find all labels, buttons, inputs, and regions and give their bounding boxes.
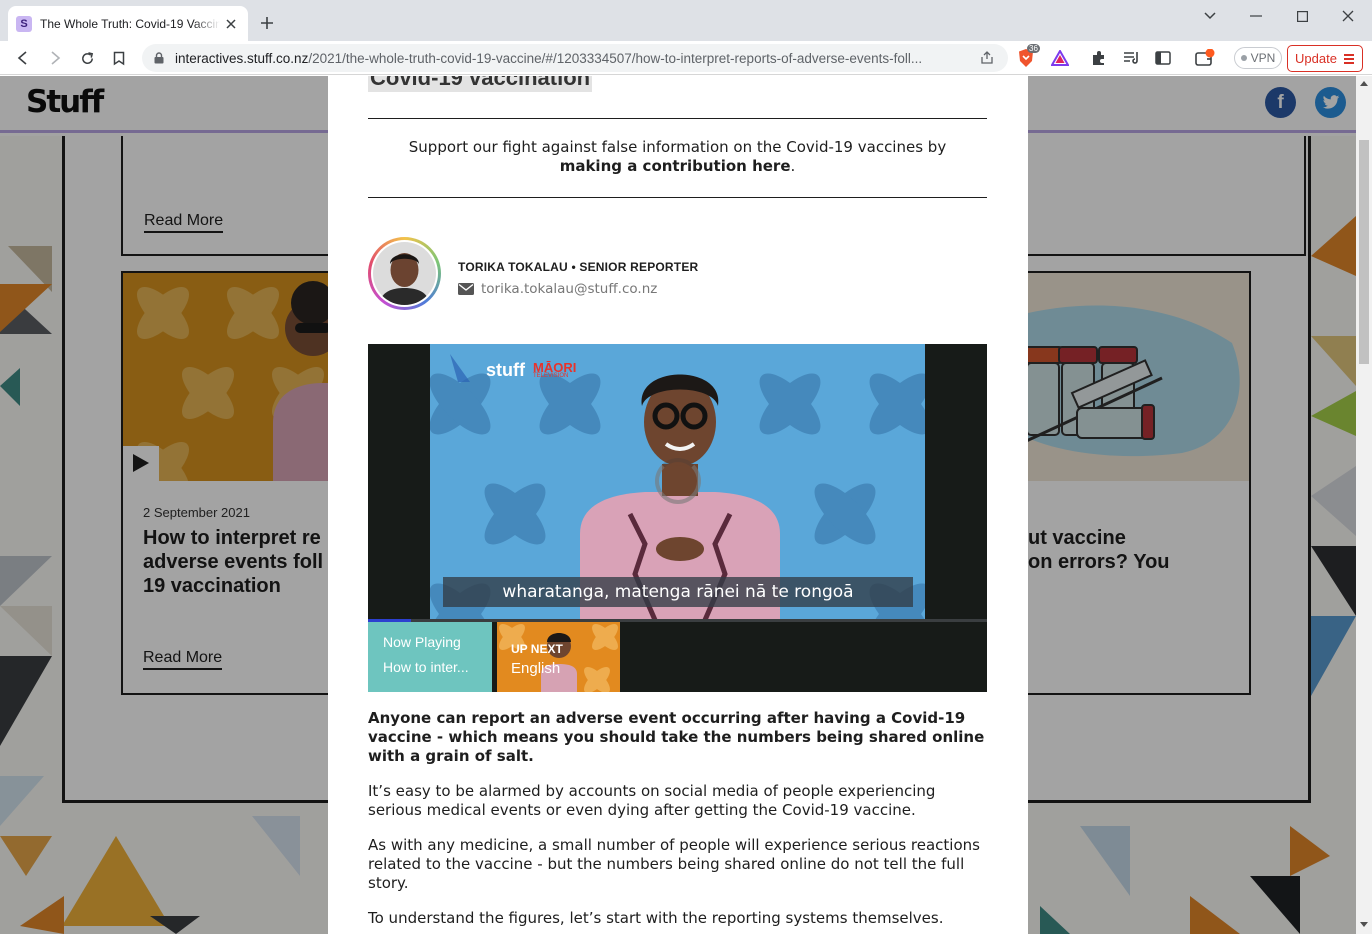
maximize-icon[interactable] — [1287, 5, 1317, 27]
article-modal: Covid-19 vaccination Support our fight a… — [328, 76, 1028, 934]
close-window-icon[interactable] — [1333, 5, 1363, 27]
tab-strip: S The Whole Truth: Covid-19 Vaccine — [0, 0, 1372, 41]
minimize-icon[interactable] — [1241, 5, 1271, 27]
now-playing-label: Now Playing — [383, 634, 461, 650]
browser-window: S The Whole Truth: Covid-19 Vaccine inte… — [0, 0, 1372, 934]
article-paragraph: To understand the figures, let’s start w… — [368, 909, 944, 927]
scroll-up-arrow-icon[interactable] — [1360, 81, 1368, 86]
video-subtitle: wharatanga, matenga rānei nā te rongoā — [443, 577, 913, 607]
reading-list-icon[interactable] — [1119, 46, 1143, 70]
article-paragraph: As with any medicine, a small number of … — [368, 836, 980, 892]
support-end: . — [790, 157, 796, 175]
close-tab-icon[interactable] — [222, 15, 240, 33]
author-byline: TORIKA TOKALAU • SENIOR REPORTER — [458, 260, 699, 274]
support-text: Support our fight against false informat… — [408, 138, 947, 156]
brave-shields-icon[interactable]: 36 — [1014, 44, 1040, 70]
author-avatar — [368, 237, 441, 310]
scrollbar-thumb[interactable] — [1359, 140, 1369, 364]
update-button[interactable]: Update — [1287, 45, 1363, 72]
article-lead: Anyone can report an adverse event occur… — [368, 709, 985, 765]
now-playing-title: How to inter... — [383, 659, 469, 675]
scroll-down-arrow-icon[interactable] — [1360, 922, 1368, 927]
brave-rewards-icon[interactable] — [1048, 46, 1072, 70]
loading-spinner-icon — [655, 458, 701, 504]
support-message: Support our fight against false informat… — [368, 138, 987, 176]
tab-search-icon[interactable] — [1195, 5, 1225, 27]
url-host: interactives.stuff.co.nz — [175, 51, 309, 66]
address-bar[interactable]: interactives.stuff.co.nz/2021/the-whole-… — [142, 44, 1008, 72]
tab-favicon: S — [16, 15, 32, 32]
author-email-address[interactable]: torika.tokalau@stuff.co.nz — [481, 281, 657, 297]
reload-icon[interactable] — [75, 46, 99, 70]
browser-toolbar: interactives.stuff.co.nz/2021/the-whole-… — [0, 41, 1372, 75]
sidebar-icon[interactable] — [1151, 46, 1175, 70]
vpn-label: VPN — [1250, 51, 1276, 65]
forward-icon[interactable] — [43, 46, 67, 70]
article-title-fragment: Covid-19 vaccination — [368, 76, 593, 92]
vpn-button[interactable]: VPN — [1234, 47, 1282, 69]
extensions-icon[interactable] — [1087, 46, 1111, 70]
author-photo — [373, 242, 436, 305]
envelope-icon — [458, 283, 474, 295]
wallet-icon[interactable] — [1193, 46, 1217, 70]
up-next-tile[interactable]: UP NEXT English — [497, 622, 620, 692]
stuff-watermark: stuff — [486, 360, 525, 380]
back-icon[interactable] — [11, 46, 35, 70]
up-next-label: UP NEXT — [511, 642, 563, 656]
video-player[interactable]: stuff MĀORI TELEVISION wharatanga, maten… — [368, 344, 987, 692]
lock-icon — [154, 52, 164, 64]
vpn-status-dot — [1240, 55, 1247, 61]
maori-tv-watermark-sub: TELEVISION — [533, 373, 569, 379]
page-scrollbar[interactable] — [1356, 76, 1372, 934]
url-text: interactives.stuff.co.nz/2021/the-whole-… — [175, 51, 922, 66]
up-next-title: English — [511, 660, 561, 677]
shields-count-badge: 36 — [1027, 44, 1040, 53]
active-tab[interactable]: S The Whole Truth: Covid-19 Vaccine — [8, 6, 248, 41]
url-path: /2021/the-whole-truth-covid-19-vaccine/#… — [308, 51, 923, 66]
update-label: Update — [1295, 51, 1337, 66]
article-paragraph: It’s easy to be alarmed by accounts on s… — [368, 782, 936, 819]
share-icon[interactable] — [980, 51, 995, 65]
menu-icon — [1344, 54, 1354, 64]
tab-title: The Whole Truth: Covid-19 Vaccine — [40, 16, 220, 31]
now-playing-tile[interactable]: Now Playing How to inter... — [368, 622, 492, 692]
new-tab-button[interactable] — [256, 12, 278, 34]
video-frame[interactable]: stuff MĀORI TELEVISION wharatanga, maten… — [430, 344, 925, 620]
divider — [368, 197, 987, 198]
contribution-link[interactable]: making a contribution here — [560, 157, 791, 175]
divider — [368, 118, 987, 119]
up-next-thumbnail — [497, 622, 620, 692]
bookmark-icon[interactable] — [107, 46, 131, 70]
author-email[interactable]: torika.tokalau@stuff.co.nz — [458, 281, 657, 297]
